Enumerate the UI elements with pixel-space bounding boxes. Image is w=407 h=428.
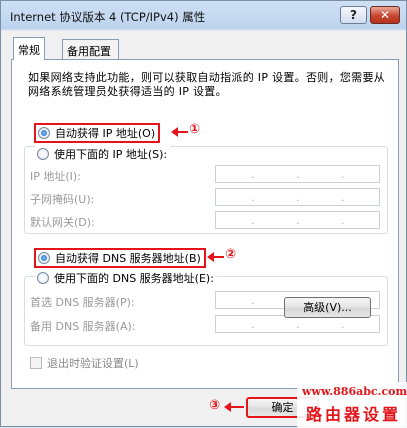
radio-manual-dns[interactable]: 使用下面的 DNS 服务器地址(E): (35, 270, 217, 286)
annotation-arrow-2 (207, 252, 224, 262)
radio-manual-ip-label: 使用下面的 IP 地址(S): (54, 148, 168, 161)
annotation-number-2: ② (225, 247, 237, 262)
watermark-url: www.886abc.com (302, 385, 407, 398)
watermark: www.886abc.com 路由器设置 (297, 382, 407, 428)
ip-address-field[interactable]: ... (215, 165, 380, 183)
preferred-dns-label: 首选 DNS 服务器(P): (30, 296, 135, 309)
radio-manual-dns-label: 使用下面的 DNS 服务器地址(E): (54, 272, 214, 285)
validate-settings-box (30, 357, 42, 369)
dialog-window: Internet 协议版本 4 (TCP/IPv4) 属性 ? ✕ 常规 备用配… (0, 0, 407, 428)
subnet-mask-label: 子网掩码(U): (30, 193, 95, 206)
radio-auto-dns[interactable]: 自动获得 DNS 服务器地址(B) (34, 248, 206, 268)
help-button[interactable]: ? (340, 6, 367, 24)
watermark-brand: 路由器设置 (306, 405, 402, 424)
radio-manual-ip-indicator (37, 148, 49, 160)
default-gateway-label: 默认网关(D): (30, 216, 95, 229)
radio-manual-ip[interactable]: 使用下面的 IP 地址(S): (35, 146, 171, 162)
validate-settings-label: 退出时验证设置(L) (47, 357, 139, 370)
radio-manual-dns-indicator (37, 272, 49, 284)
radio-auto-ip[interactable]: 自动获得 IP 地址(O) (34, 123, 161, 143)
general-panel: 如果网络支持此功能，则可以获取自动指派的 IP 设置。否则，您需要从网络系统管理… (11, 59, 399, 389)
annotation-number-3: ③ (209, 398, 221, 413)
annotation-number-1: ① (189, 122, 201, 137)
radio-auto-ip-label: 自动获得 IP 地址(O) (55, 127, 156, 140)
tab-alternate-config[interactable]: 备用配置 (62, 39, 119, 59)
default-gateway-field[interactable]: ... (215, 211, 380, 229)
description-text: 如果网络支持此功能，则可以获取自动指派的 IP 设置。否则，您需要从网络系统管理… (28, 71, 386, 98)
advanced-button[interactable]: 高级(V)... (284, 297, 371, 318)
title-bar[interactable]: Internet 协议版本 4 (TCP/IPv4) 属性 ? ✕ (1, 1, 406, 30)
radio-auto-dns-label: 自动获得 DNS 服务器地址(B) (55, 252, 201, 265)
ip-address-label: IP 地址(I): (30, 170, 81, 183)
close-button[interactable]: ✕ (370, 6, 400, 24)
radio-auto-ip-indicator (38, 127, 50, 139)
tab-general[interactable]: 常规 (13, 37, 45, 60)
annotation-arrow-3 (224, 402, 244, 412)
annotation-arrow-1 (171, 127, 188, 137)
subnet-mask-field[interactable]: ... (215, 188, 380, 206)
validate-settings-checkbox[interactable]: 退出时验证设置(L) (30, 355, 139, 371)
alternate-dns-label: 备用 DNS 服务器(A): (30, 320, 136, 333)
radio-auto-dns-indicator (38, 252, 50, 264)
window-title: Internet 协议版本 4 (TCP/IPv4) 属性 (10, 10, 206, 24)
